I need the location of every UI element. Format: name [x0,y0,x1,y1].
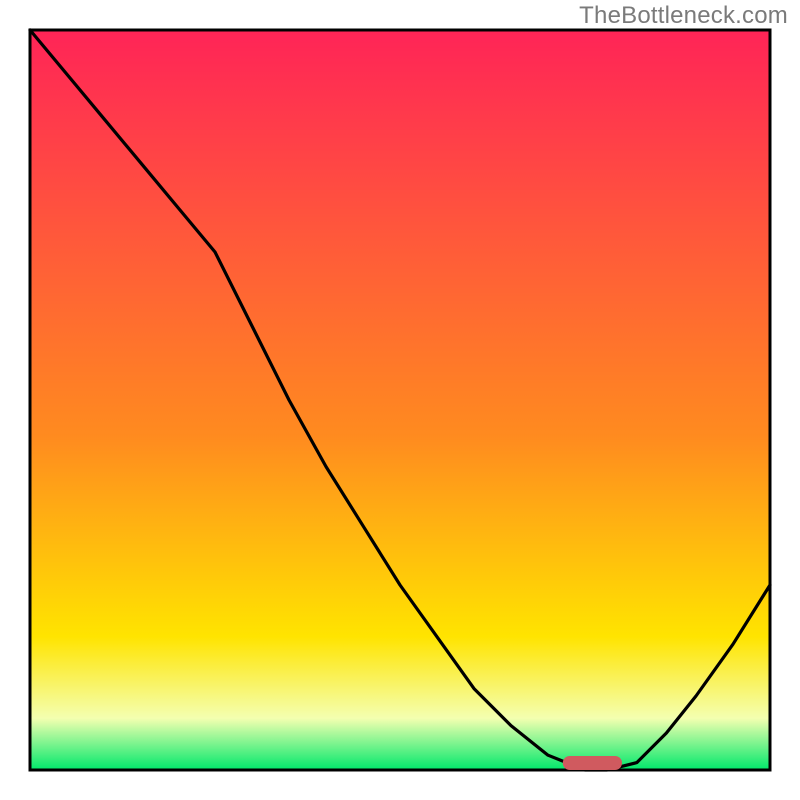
watermark-text: TheBottleneck.com [579,2,788,30]
plot-gradient-area [30,30,770,770]
optimal-marker [563,756,622,770]
chart-svg [0,0,800,800]
chart-frame: TheBottleneck.com [0,0,800,800]
